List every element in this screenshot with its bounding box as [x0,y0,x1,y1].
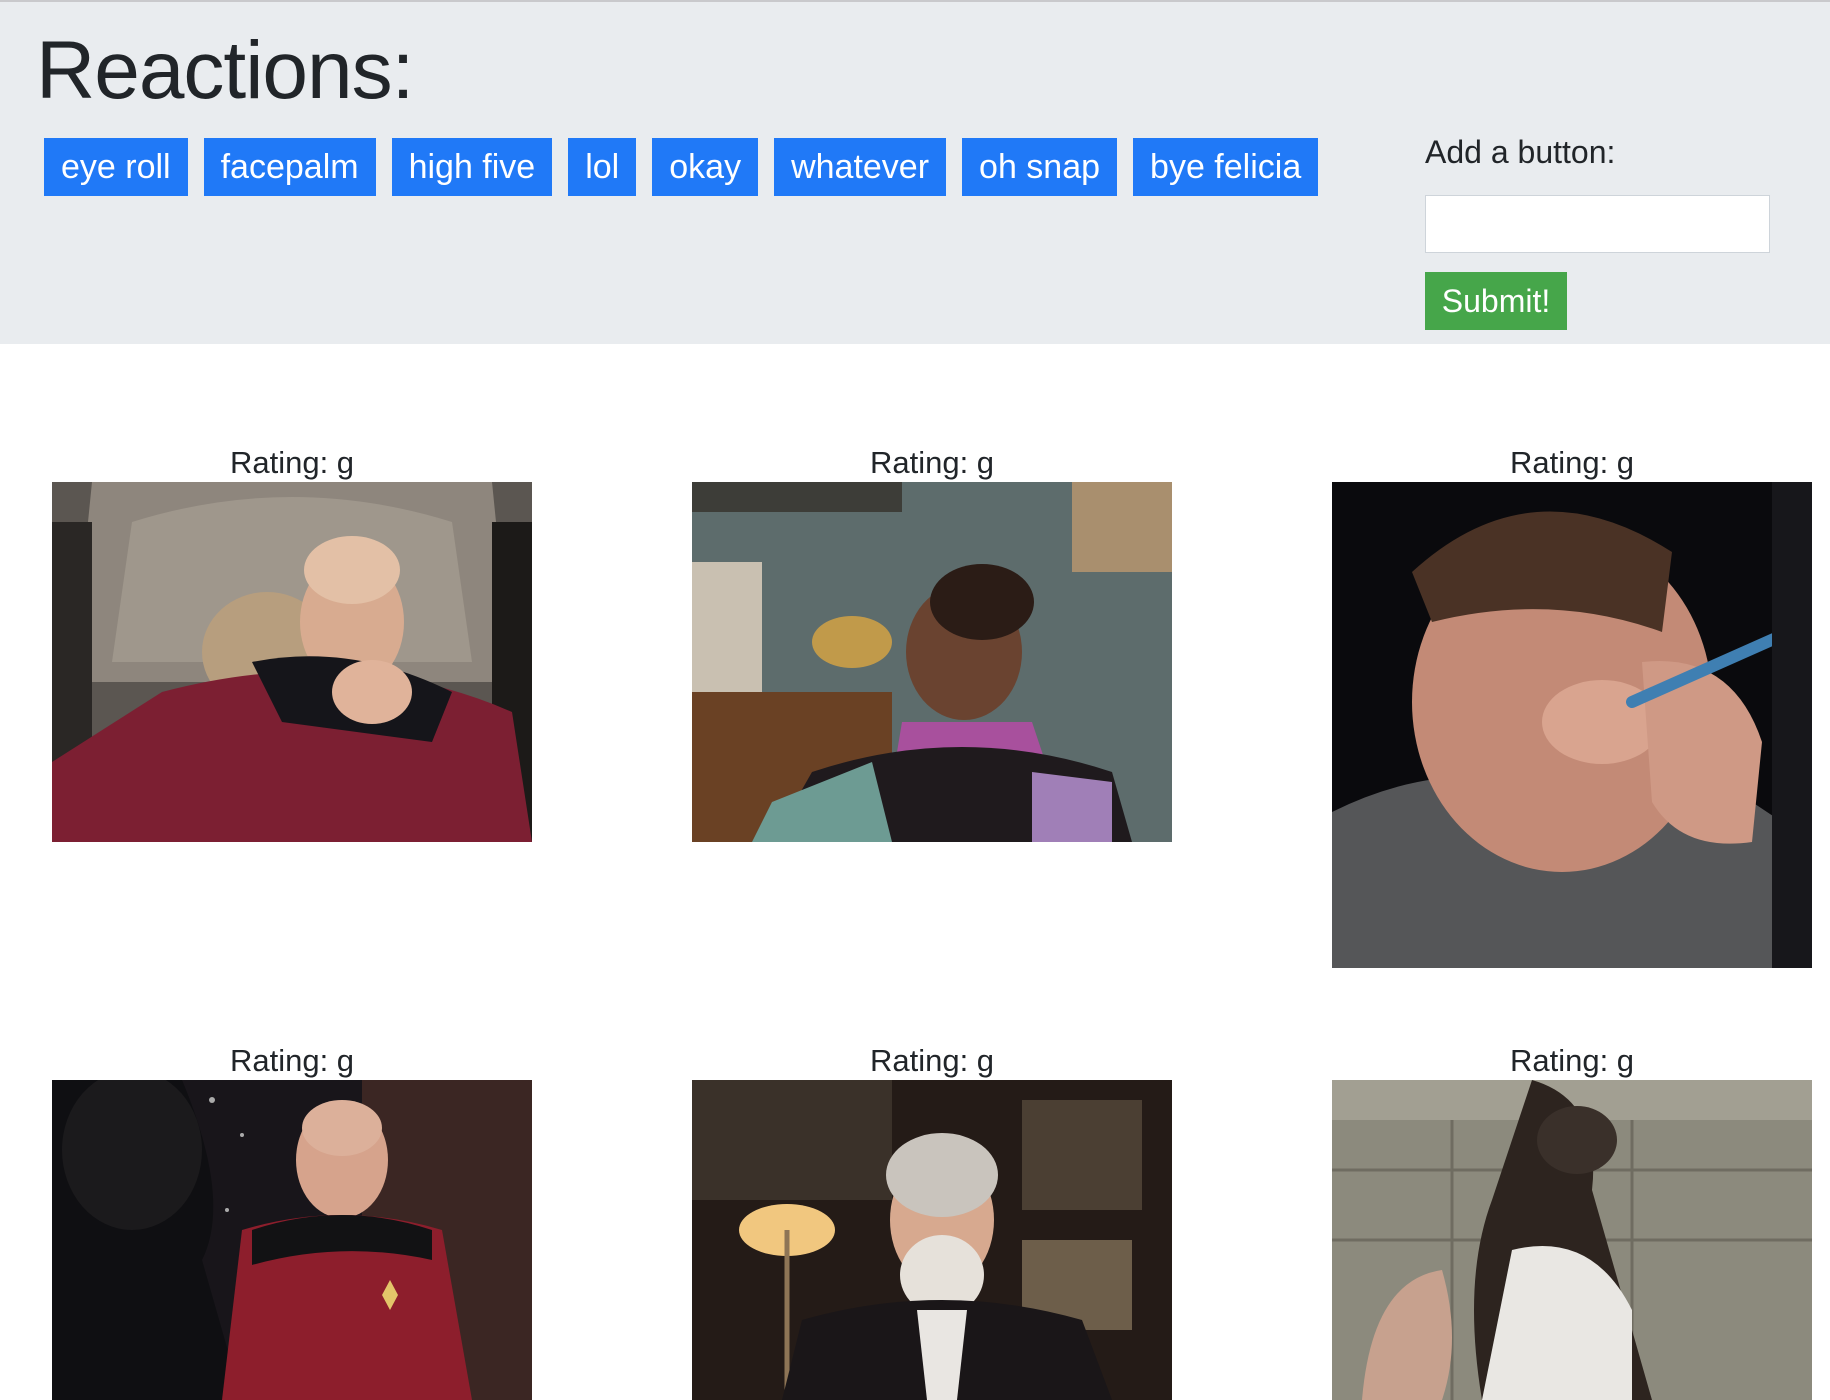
gif-image[interactable] [1332,482,1812,968]
submit-button[interactable]: Submit! [1425,272,1567,330]
gif-rating: Rating: g [1509,1043,1635,1078]
reaction-button-whatever[interactable]: whatever [774,138,947,196]
gif-image[interactable] [1332,1080,1812,1400]
gif-rating: Rating: g [1509,445,1635,480]
gif-rating: Rating: g [229,1043,355,1078]
page-title: Reactions: [36,25,414,116]
add-button-input[interactable] [1425,195,1770,253]
reaction-button-oh-snap[interactable]: oh snap [962,138,1118,196]
gif-card: Rating: g [692,1042,1172,1400]
gif-image[interactable] [52,482,532,842]
gif-card: Rating: g [1332,1042,1812,1400]
reaction-button-high-five[interactable]: high five [391,138,553,196]
gif-card: Rating: g [692,444,1172,842]
gif-image[interactable] [52,1080,532,1400]
add-button-form: Add a button: Submit! [1425,134,1770,330]
reaction-button-facepalm[interactable]: facepalm [203,138,376,196]
gif-image[interactable] [692,1080,1172,1400]
gif-rating: Rating: g [869,445,995,480]
reaction-button-bye-felicia[interactable]: bye felicia [1133,138,1319,196]
reaction-button-row: eye roll facepalm high five lol okay wha… [44,138,1334,196]
gif-card: Rating: g [52,444,532,842]
gif-rating: Rating: g [229,445,355,480]
add-button-label: Add a button: [1425,134,1616,170]
reaction-button-eye-roll[interactable]: eye roll [44,138,188,196]
reaction-button-lol[interactable]: lol [568,138,637,196]
gif-rating: Rating: g [869,1043,995,1078]
reaction-button-okay[interactable]: okay [652,138,759,196]
header-panel: Reactions: eye roll facepalm high five l… [0,2,1830,344]
gif-image[interactable] [692,482,1172,842]
gif-card: Rating: g [1332,444,1812,968]
gif-card: Rating: g [52,1042,532,1400]
